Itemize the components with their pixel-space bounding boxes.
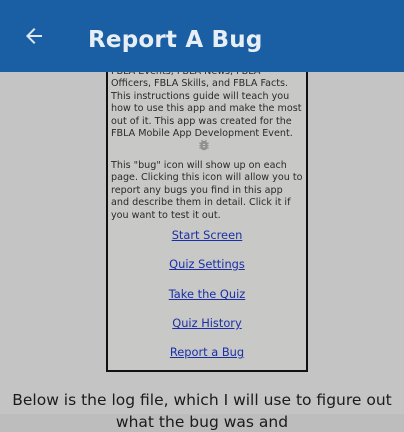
log-file-description-continued: what the bug was and bbox=[115, 413, 289, 431]
link-quiz-settings[interactable]: Quiz Settings bbox=[108, 257, 306, 271]
log-file-description: Below is the log file, which I will use … bbox=[12, 391, 392, 409]
link-start-screen[interactable]: Start Screen bbox=[108, 228, 306, 242]
link-take-the-quiz[interactable]: Take the Quiz bbox=[108, 287, 306, 301]
page-title: Report A Bug bbox=[88, 27, 263, 53]
link-quiz-history[interactable]: Quiz History bbox=[108, 316, 306, 330]
link-report-a-bug[interactable]: Report a Bug bbox=[108, 345, 306, 359]
guide-paragraph-intro: FBLA Events, FBLA News, FBLA Officers, F… bbox=[111, 72, 302, 140]
bug-icon bbox=[199, 139, 209, 151]
guide-paragraph-bug: This "bug" icon will show up on each pag… bbox=[111, 160, 303, 221]
arrow-back-icon[interactable] bbox=[22, 24, 46, 48]
app-bar: Report A Bug bbox=[0, 0, 404, 72]
instructions-screenshot: FBLA Events, FBLA News, FBLA Officers, F… bbox=[106, 72, 308, 372]
